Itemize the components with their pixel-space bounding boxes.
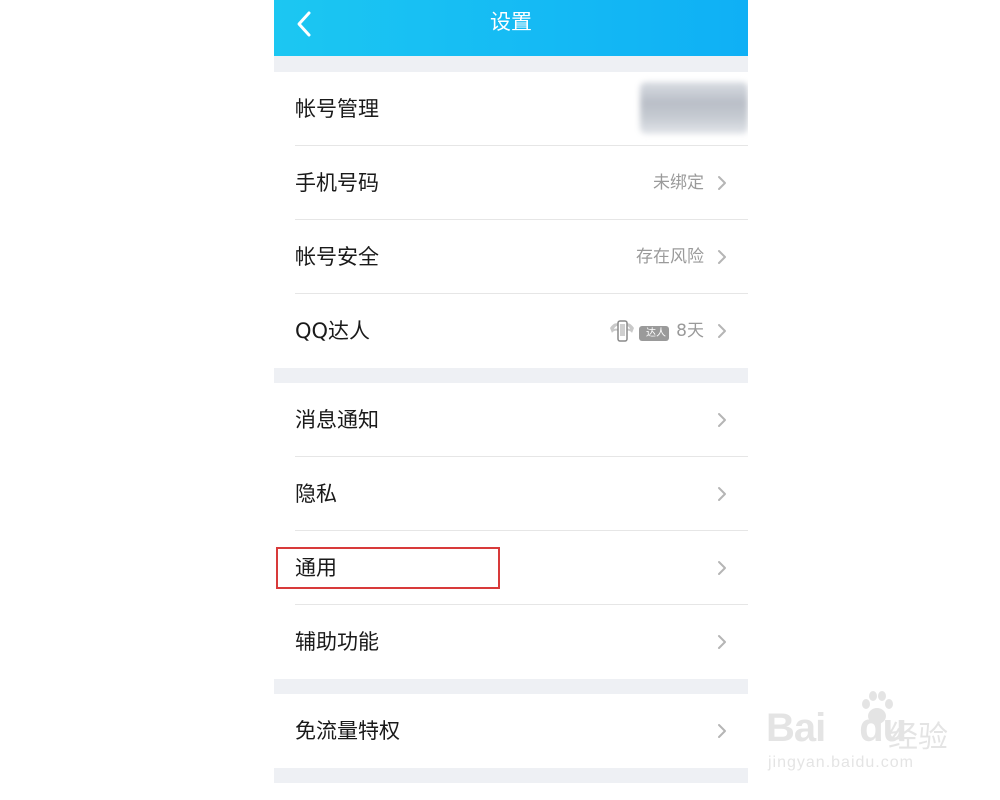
page: 设置 帐号管理 手机号码 未绑定 帐号安全 存在风险 QQ达人 达人 8天 消息…	[0, 0, 1000, 800]
row-privacy[interactable]: 隐私	[274, 457, 748, 531]
page-title: 设置	[490, 10, 532, 34]
row-account-management[interactable]: 帐号管理	[274, 72, 748, 146]
row-label: 免流量特权	[295, 719, 400, 743]
row-value: 未绑定	[653, 173, 704, 193]
badge-label: 达人	[646, 328, 666, 339]
row-accessibility[interactable]: 辅助功能	[274, 605, 748, 679]
row-label: QQ达人	[295, 319, 371, 343]
chevron-right-icon	[716, 559, 728, 577]
row-value: 存在风险	[636, 247, 704, 267]
chevron-right-icon	[716, 411, 728, 429]
chevron-right-icon	[716, 485, 728, 503]
row-value: 8天	[676, 321, 704, 341]
watermark-cn: 经验	[888, 720, 948, 755]
blurred-avatar	[640, 82, 748, 134]
chevron-right-icon	[716, 322, 728, 340]
row-phone-number[interactable]: 手机号码 未绑定	[274, 146, 748, 220]
baidu-watermark: Bai du 经验 jingyan.baidu.com	[766, 688, 956, 784]
highlight-box	[276, 547, 500, 589]
data-group: 免流量特权	[274, 694, 748, 768]
expert-badge-icon: 达人	[608, 316, 670, 346]
chevron-right-icon	[716, 722, 728, 740]
title-bar: 设置	[274, 0, 748, 56]
row-label: 隐私	[295, 482, 337, 506]
settings-screen: 设置 帐号管理 手机号码 未绑定 帐号安全 存在风险 QQ达人 达人 8天 消息…	[274, 0, 748, 783]
row-free-data[interactable]: 免流量特权	[274, 694, 748, 768]
row-label: 帐号管理	[295, 97, 379, 121]
row-label: 消息通知	[295, 408, 379, 432]
chevron-right-icon	[716, 633, 728, 651]
preferences-group: 消息通知 隐私 通用 辅助功能	[274, 383, 748, 679]
watermark-url: jingyan.baidu.com	[768, 754, 914, 771]
row-account-security[interactable]: 帐号安全 存在风险	[274, 220, 748, 294]
row-label: 手机号码	[295, 171, 379, 195]
chevron-right-icon	[716, 174, 728, 192]
row-label: 辅助功能	[295, 630, 379, 654]
row-label: 帐号安全	[295, 245, 379, 269]
chevron-right-icon	[716, 248, 728, 266]
account-group: 帐号管理 手机号码 未绑定 帐号安全 存在风险 QQ达人 达人 8天	[274, 72, 748, 368]
row-qq-expert[interactable]: QQ达人 达人 8天	[274, 294, 748, 368]
row-notifications[interactable]: 消息通知	[274, 383, 748, 457]
